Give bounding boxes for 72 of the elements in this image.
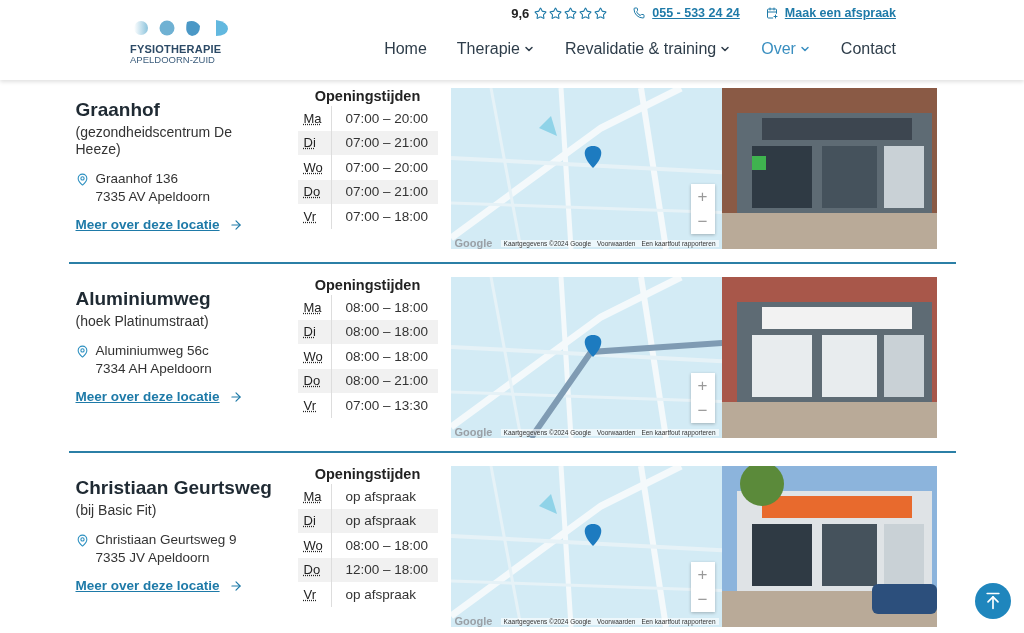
day-label: Wo bbox=[297, 344, 332, 369]
phone-icon bbox=[633, 7, 646, 19]
postal-city: 7334 AH Apeldoorn bbox=[95, 360, 212, 378]
arrow-right-icon bbox=[228, 578, 243, 593]
opening-time: op afspraak bbox=[344, 488, 418, 504]
arrow-right-icon bbox=[228, 217, 243, 232]
nav-link[interactable]: Therapie bbox=[456, 40, 535, 58]
street-address: Aluminiumweg 56c bbox=[95, 342, 210, 360]
location-subtitle: (bij Basic Fit) bbox=[75, 502, 158, 519]
opening-time: 07:00 – 20:00 bbox=[344, 159, 430, 175]
street-address: Christiaan Geurtsweg 9 bbox=[95, 531, 237, 549]
location-subtitle: (gezondheidscentrum De Heeze) bbox=[75, 124, 233, 158]
hours-title: Openingstijden bbox=[313, 88, 422, 104]
opening-time: 08:00 – 18:00 bbox=[344, 299, 430, 315]
location-subtitle: (hoek Platinumstraat) bbox=[75, 313, 210, 330]
postal-city: 7335 AV Apeldoorn bbox=[95, 188, 211, 206]
day-label: Ma bbox=[297, 484, 332, 509]
location-link[interactable]: Meer over deze locatie bbox=[75, 578, 298, 593]
opening-time: 07:00 – 21:00 bbox=[344, 135, 430, 151]
location-name: Graanhof bbox=[75, 99, 161, 121]
opening-time: 07:00 – 21:00 bbox=[344, 184, 430, 200]
logo-subtitle: APELDOORN-ZUID bbox=[130, 55, 216, 65]
street-address: Graanhof 136 bbox=[95, 170, 180, 188]
opening-time: 08:00 – 18:00 bbox=[344, 348, 430, 364]
nav-link[interactable]: Over bbox=[761, 40, 811, 58]
day-label: Vr bbox=[297, 393, 332, 418]
opening-time: 07:00 – 20:00 bbox=[344, 110, 430, 126]
hours-title: Openingstijden bbox=[313, 466, 422, 482]
opening-time: 08:00 – 18:00 bbox=[344, 324, 430, 340]
location-pin-icon bbox=[75, 534, 89, 547]
opening-time: 07:00 – 18:00 bbox=[344, 208, 430, 224]
zoom-out-button[interactable]: − bbox=[690, 587, 715, 612]
phone-link[interactable]: 055 - 533 24 24 bbox=[633, 6, 740, 20]
back-to-top-button[interactable] bbox=[975, 583, 1011, 619]
day-label: Ma bbox=[297, 295, 332, 320]
day-label: Vr bbox=[297, 582, 332, 607]
opening-time: 07:00 – 13:30 bbox=[344, 397, 430, 413]
map-logo: Google bbox=[454, 615, 493, 627]
day-label: Wo bbox=[297, 155, 332, 180]
location-name: Christiaan Geurtsweg bbox=[75, 477, 273, 499]
map-logo: Google bbox=[454, 426, 493, 438]
location-pin-icon bbox=[75, 345, 89, 358]
nav-link[interactable]: Revalidatie & training bbox=[565, 40, 732, 58]
zoom-in-button[interactable]: + bbox=[690, 184, 715, 209]
day-label: Vr bbox=[297, 204, 332, 229]
location-name: Aluminiumweg bbox=[75, 288, 212, 310]
opening-time: 08:00 – 18:00 bbox=[344, 537, 430, 553]
opening-time: 12:00 – 18:00 bbox=[344, 562, 430, 578]
nav-link[interactable]: Home bbox=[384, 40, 427, 58]
day-label: Ma bbox=[297, 106, 332, 131]
day-label: Wo bbox=[297, 533, 332, 558]
location-link[interactable]: Meer over deze locatie bbox=[75, 389, 298, 404]
arrow-right-icon bbox=[228, 389, 243, 404]
logo-icon bbox=[132, 19, 230, 37]
postal-city: 7335 JV Apeldoorn bbox=[95, 549, 211, 567]
location-pin-icon bbox=[75, 173, 89, 186]
zoom-in-button[interactable]: + bbox=[690, 373, 715, 398]
logo-title: FYSIOTHERAPIE bbox=[130, 43, 223, 55]
opening-time: op afspraak bbox=[344, 586, 418, 602]
location-link[interactable]: Meer over deze locatie bbox=[75, 217, 298, 232]
opening-time: op afspraak bbox=[344, 513, 418, 529]
calendar-icon bbox=[765, 7, 778, 19]
zoom-out-button[interactable]: − bbox=[690, 398, 715, 423]
arrow-up-icon bbox=[983, 591, 1003, 611]
opening-time: 08:00 – 21:00 bbox=[344, 373, 430, 389]
zoom-in-button[interactable]: + bbox=[690, 562, 715, 587]
nav-link[interactable]: Contact bbox=[840, 40, 896, 58]
rating-score: 9,6 bbox=[511, 5, 530, 21]
map-logo: Google bbox=[454, 237, 493, 249]
appointment-link[interactable]: Maak een afspraak bbox=[765, 6, 896, 20]
zoom-out-button[interactable]: − bbox=[690, 209, 715, 234]
hours-title: Openingstijden bbox=[313, 277, 422, 293]
